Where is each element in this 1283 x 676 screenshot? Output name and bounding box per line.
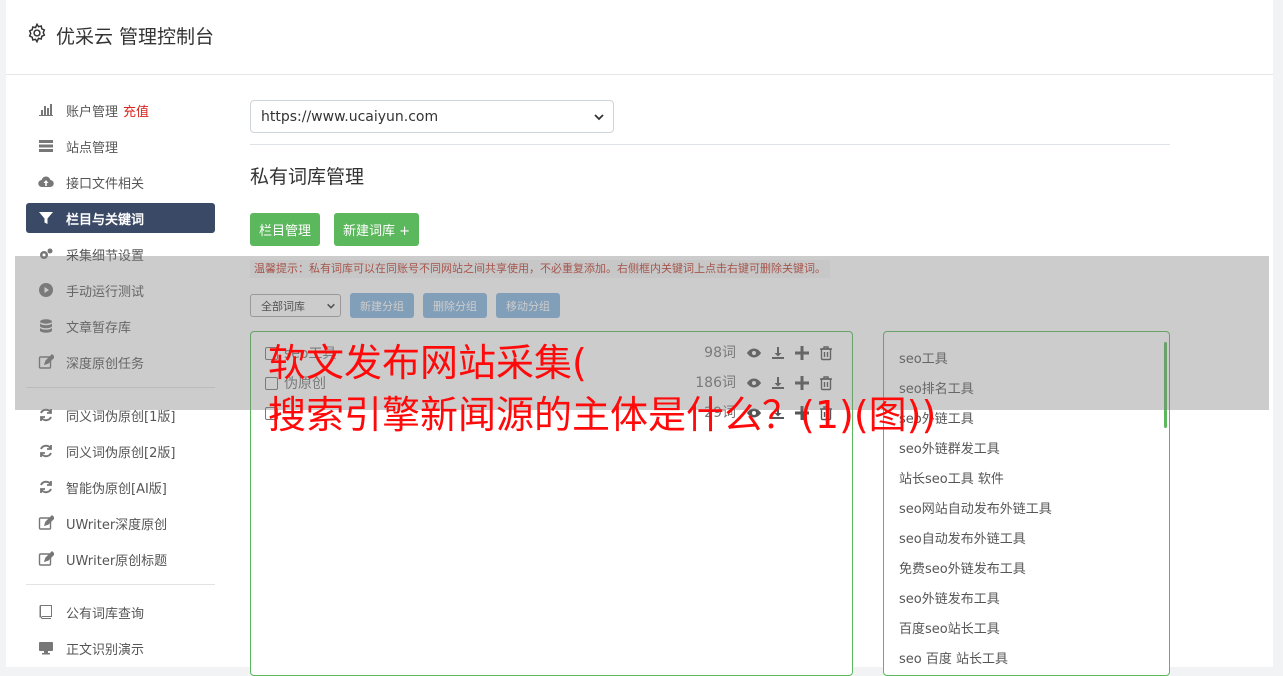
filter-icon (39, 212, 53, 224)
keyword-item[interactable]: 站长seo工具 软件 (899, 465, 1052, 495)
sidebar-item-label: UWriter原创标题 (66, 553, 168, 569)
recharge-link[interactable]: 充值 (123, 101, 149, 120)
overlay-title-line1: 软文发布网站采集( (268, 341, 587, 385)
sidebar-item-label: 智能伪原创[AI版] (66, 481, 167, 497)
sidebar-item-columns-keywords[interactable]: 栏目与关键词 (26, 203, 215, 233)
divider (250, 144, 1170, 145)
sidebar-item-label: UWriter深度原创 (66, 517, 168, 533)
monitor-icon (39, 642, 53, 655)
keyword-item[interactable]: 免费seo外链发布工具 (899, 555, 1052, 585)
sidebar-item-label: 接口文件相关 (66, 176, 145, 192)
sidebar-item-label: 公有词库查询 (66, 606, 145, 622)
sidebar-item-sites[interactable]: 站点管理 (26, 131, 215, 161)
gear-icon[interactable] (26, 22, 48, 44)
sidebar-item-account[interactable]: 账户管理 充值 (26, 95, 215, 125)
sidebar-item-label: 正文识别演示 (66, 642, 145, 658)
sidebar-item-label: 栏目与关键词 (66, 212, 145, 228)
new-library-button[interactable]: 新建词库 + (334, 213, 420, 246)
refresh-icon (40, 444, 52, 458)
server-icon (39, 140, 53, 152)
sidebar-item-ai-rewrite[interactable]: 智能伪原创[AI版] (26, 472, 215, 502)
keyword-item[interactable]: 百度seo站长工具 (899, 615, 1052, 645)
sidebar-item-label: 站点管理 (66, 140, 119, 156)
sidebar-divider (26, 584, 215, 585)
page-title: 私有词库管理 (250, 166, 365, 188)
keyword-item[interactable]: seo网站自动发布外链工具 (899, 495, 1052, 525)
keyword-item[interactable]: seo 百度 站长工具 (899, 645, 1052, 675)
sidebar-item-text-recognition[interactable]: 正文识别演示 (26, 633, 215, 663)
keyword-item[interactable]: seo自动发布外链工具 (899, 525, 1052, 555)
sidebar-item-synonym-v2[interactable]: 同义词伪原创[2版] (26, 436, 215, 466)
chevron-down-icon (594, 114, 604, 121)
keyword-item[interactable]: seo外链发布工具 (899, 585, 1052, 615)
overlay-title: 软文发布网站采集( 搜索引擎新闻源的主体是什么？(1)(图)) (268, 337, 936, 441)
site-select[interactable]: https://www.ucaiyun.com (250, 100, 614, 133)
edit-icon (38, 551, 54, 566)
site-select-value: https://www.ucaiyun.com (261, 108, 439, 125)
book-icon (39, 605, 52, 619)
overlay-title-line2: 搜索引擎新闻源的主体是什么？(1)(图)) (268, 393, 937, 437)
main-content: https://www.ucaiyun.com 私有词库管理 栏目管理 新建词库… (250, 100, 1170, 246)
bar-chart-icon (39, 104, 53, 116)
sidebar-item-uwriter-deep[interactable]: UWriter深度原创 (26, 508, 215, 538)
category-manage-button[interactable]: 栏目管理 (250, 213, 321, 246)
action-buttons: 栏目管理 新建词库 + (250, 213, 1170, 246)
edit-icon (38, 515, 54, 530)
app-title: 优采云 管理控制台 (56, 26, 215, 48)
sidebar-item-interface-files[interactable]: 接口文件相关 (26, 167, 215, 197)
app-header: 优采云 管理控制台 (6, 0, 1273, 75)
sidebar-item-uwriter-title[interactable]: UWriter原创标题 (26, 544, 215, 574)
sidebar-item-public-lexicon[interactable]: 公有词库查询 (26, 597, 215, 627)
sidebar-item-label: 账户管理 (66, 104, 119, 120)
sidebar-item-label: 同义词伪原创[2版] (66, 445, 176, 461)
cloud-upload-icon (38, 176, 54, 188)
refresh-icon (40, 480, 52, 494)
